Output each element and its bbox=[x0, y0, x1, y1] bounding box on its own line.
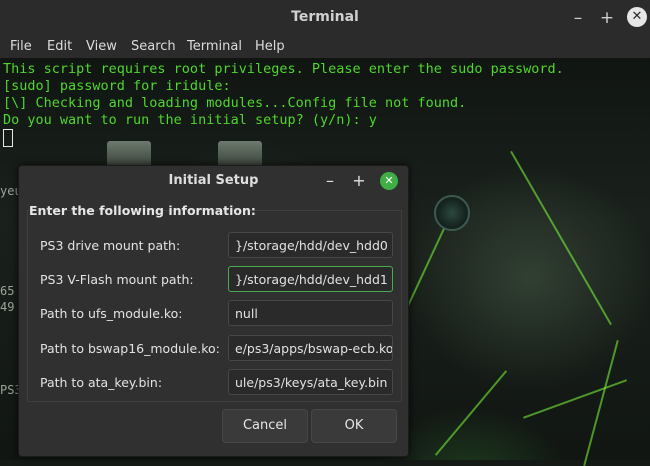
terminal-line: [\] Checking and loading modules...Confi… bbox=[3, 95, 467, 111]
terminal-line: [sudo] password for iridule: bbox=[3, 78, 231, 94]
terminal-cursor bbox=[3, 129, 13, 147]
drive-mount-path-input[interactable]: }/storage/hdd/dev_hdd0 bbox=[228, 232, 393, 258]
menu-terminal[interactable]: Terminal bbox=[187, 39, 242, 54]
field-label-vflash-mount: PS3 V-Flash mount path: bbox=[40, 272, 194, 287]
dialog-close-icon[interactable]: ✕ bbox=[380, 172, 398, 190]
maximize-icon[interactable]: + bbox=[597, 8, 617, 28]
menu-view[interactable]: View bbox=[86, 39, 117, 54]
field-label-ufs-module: Path to ufs_module.ko: bbox=[40, 306, 183, 321]
terminal-output: This script requires root privileges. Pl… bbox=[3, 61, 564, 129]
dialog-minimize-icon[interactable]: – bbox=[321, 171, 339, 191]
glow-line bbox=[434, 370, 508, 456]
bswap16-module-path-input[interactable]: e/ps3/apps/bswap-ecb.ko bbox=[228, 335, 393, 361]
terminal-line: This script requires root privileges. Pl… bbox=[3, 61, 564, 77]
glow-line bbox=[583, 339, 619, 466]
cancel-button[interactable]: Cancel bbox=[222, 409, 308, 443]
glow-line bbox=[510, 150, 612, 326]
menu-edit[interactable]: Edit bbox=[47, 39, 72, 54]
glow-line bbox=[522, 379, 628, 419]
background-text-fragment: 49 bbox=[0, 300, 15, 314]
dialog-header: Enter the following information: bbox=[29, 203, 256, 218]
ufs-module-path-input[interactable]: null bbox=[228, 300, 393, 326]
vflash-mount-path-input[interactable]: }/storage/hdd/dev_hdd1 bbox=[228, 266, 393, 292]
ata-key-path-input[interactable]: ule/ps3/keys/ata_key.bin bbox=[228, 369, 393, 395]
menu-help[interactable]: Help bbox=[255, 39, 285, 54]
ok-button[interactable]: OK bbox=[311, 409, 397, 443]
field-label-drive-mount: PS3 drive mount path: bbox=[40, 238, 181, 253]
terminal-line: Do you want to run the initial setup? (y… bbox=[3, 112, 377, 128]
menu-file[interactable]: File bbox=[10, 39, 32, 54]
initial-setup-dialog: Initial Setup – + ✕ Enter the following … bbox=[18, 165, 409, 457]
menu-search[interactable]: Search bbox=[131, 39, 176, 54]
window-title: Terminal bbox=[291, 9, 359, 25]
dialog-maximize-icon[interactable]: + bbox=[350, 171, 368, 191]
minimize-icon[interactable]: – bbox=[568, 8, 588, 28]
close-icon[interactable]: ✕ bbox=[627, 7, 647, 27]
wallpaper-eye bbox=[434, 195, 470, 231]
field-label-ata-key: Path to ata_key.bin: bbox=[40, 375, 163, 390]
background-text-fragment: 65 bbox=[0, 284, 15, 298]
folder-icon bbox=[107, 141, 151, 165]
folder-icon bbox=[218, 141, 262, 165]
terminal-titlebar: Terminal – + ✕ bbox=[0, 0, 650, 36]
field-label-bswap16-module: Path to bswap16_module.ko: bbox=[40, 341, 220, 356]
menubar: File Edit View Search Terminal Help bbox=[0, 36, 650, 58]
